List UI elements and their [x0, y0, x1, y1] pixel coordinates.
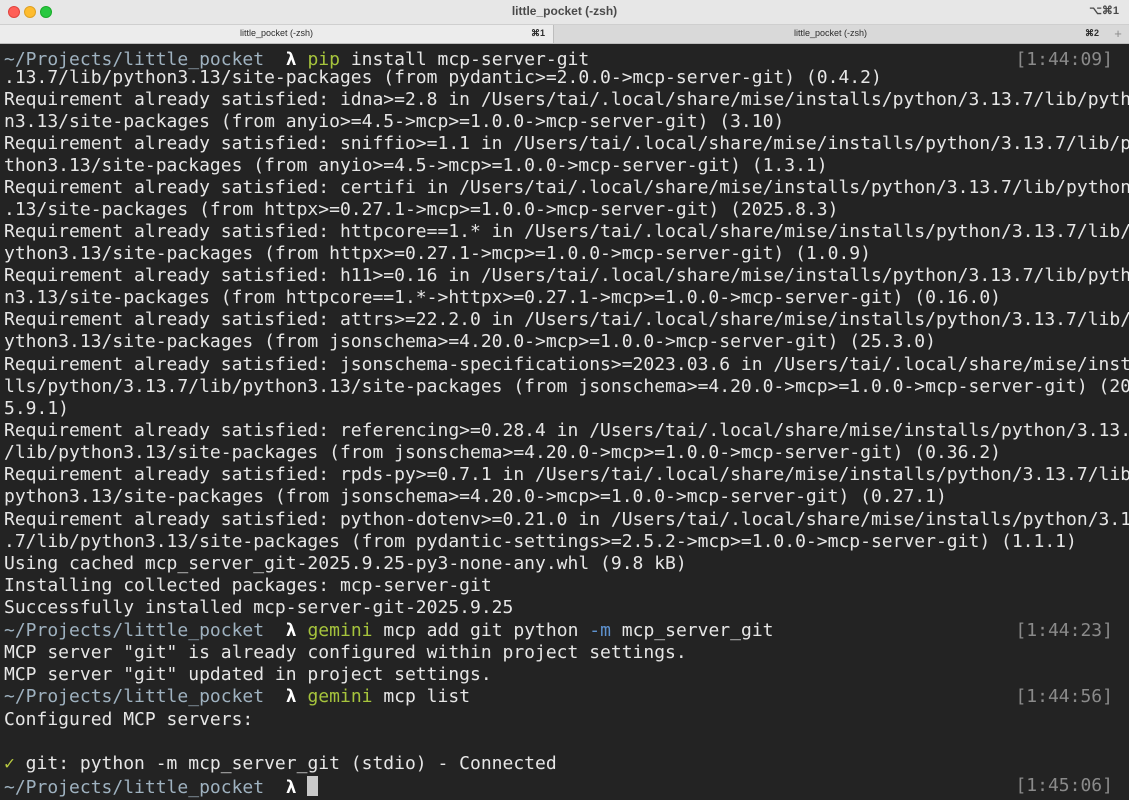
tab-1[interactable]: little_pocket (-zsh) ⌘1 [0, 25, 554, 43]
output-line: Requirement already satisfied: attrs>=22… [4, 309, 1129, 330]
tab-2-label: little_pocket (-zsh) [793, 28, 868, 38]
prompt-path: ~/Projects/little_pocket [4, 686, 265, 707]
output-line: Requirement already satisfied: httpcore=… [4, 221, 1129, 242]
output-line: .13/site-packages (from httpx>=0.27.1->m… [4, 199, 839, 220]
output-line: Using cached mcp_server_git-2025.9.25-py… [4, 553, 687, 574]
command-args: mcp list [372, 686, 471, 707]
prompt-line-current: ~/Projects/little_pocket λ [4, 776, 319, 798]
output-line: Installing collected packages: mcp-serve… [4, 575, 492, 596]
output-line: Successfully installed mcp-server-git-20… [4, 597, 514, 618]
output-line: thon3.13/site-packages (from anyio>=4.5-… [4, 155, 828, 176]
output-line: Configured MCP servers: [4, 709, 254, 730]
title-bar[interactable]: little_pocket (-zsh) ⌥⌘1 [0, 0, 1129, 25]
tab-bar: little_pocket (-zsh) ⌘1 little_pocket (-… [0, 25, 1129, 44]
output-line: python3.13/site-packages (from jsonschem… [4, 486, 947, 507]
command-flag: -m [589, 620, 611, 641]
output-line: n3.13/site-packages (from anyio>=4.5->mc… [4, 111, 785, 132]
command-args: mcp add git python [372, 620, 590, 641]
timestamp: [1:44:23] [1015, 620, 1113, 641]
tab-1-label: little_pocket (-zsh) [239, 28, 314, 38]
command-args: mcp_server_git [610, 620, 774, 641]
output-line: Requirement already satisfied: rpds-py>=… [4, 464, 1129, 485]
new-tab-button[interactable]: + [1110, 25, 1126, 43]
prompt-line-3: ~/Projects/little_pocket λ gemini mcp li… [4, 686, 470, 708]
command-program: gemini [307, 620, 373, 641]
output-line: ython3.13/site-packages (from jsonschema… [4, 331, 936, 352]
server-entry: git: python -m mcp_server_git (stdio) - … [14, 753, 557, 774]
server-status-line: ✓ git: python -m mcp_server_git (stdio) … [4, 753, 557, 775]
output-line: n3.13/site-packages (from httpcore==1.*-… [4, 287, 1001, 308]
output-line: Requirement already satisfied: jsonschem… [4, 354, 1129, 375]
output-line: 5.9.1) [4, 398, 70, 419]
command-program: gemini [307, 686, 373, 707]
output-line: MCP server "git" updated in project sett… [4, 664, 492, 685]
output-line: MCP server "git" is already configured w… [4, 642, 687, 663]
output-line: Requirement already satisfied: referenci… [4, 420, 1129, 441]
terminal-window: little_pocket (-zsh) ⌥⌘1 little_pocket (… [0, 0, 1129, 800]
window-title: little_pocket (-zsh) [511, 4, 618, 18]
timestamp: [1:44:09] [1015, 49, 1113, 70]
prompt-lambda-icon: λ [285, 686, 297, 707]
output-line: Requirement already satisfied: certifi i… [4, 177, 1129, 198]
window-shortcut: ⌥⌘1 [1089, 5, 1119, 17]
check-icon: ✓ [4, 753, 15, 774]
output-line: Requirement already satisfied: idna>=2.8… [4, 89, 1129, 110]
prompt-lambda-icon: λ [285, 620, 297, 641]
output-line: ython3.13/site-packages (from httpx>=0.2… [4, 243, 871, 264]
prompt-lambda-icon: λ [285, 777, 297, 798]
terminal-content[interactable]: ~/Projects/little_pocket λ pip install m… [0, 44, 1129, 800]
output-line: /lib/python3.13/site-packages (from json… [4, 442, 1001, 463]
output-line: .13.7/lib/python3.13/site-packages (from… [4, 67, 882, 88]
tab-2[interactable]: little_pocket (-zsh) ⌘2 [554, 25, 1107, 43]
timestamp: [1:44:56] [1015, 686, 1113, 707]
tab-1-shortcut: ⌘1 [530, 28, 545, 38]
timestamp: [1:45:06] [1015, 775, 1113, 796]
output-line: Requirement already satisfied: sniffio>=… [4, 133, 1129, 154]
output-line: lls/python/3.13.7/lib/python3.13/site-pa… [4, 376, 1129, 397]
prompt-path: ~/Projects/little_pocket [4, 620, 265, 641]
output-line: Requirement already satisfied: h11>=0.16… [4, 265, 1129, 286]
prompt-path: ~/Projects/little_pocket [4, 777, 265, 798]
text-cursor[interactable] [307, 776, 319, 796]
output-line: .7/lib/python3.13/site-packages (from py… [4, 531, 1077, 552]
output-line: Requirement already satisfied: python-do… [4, 509, 1129, 530]
tab-2-shortcut: ⌘2 [1084, 28, 1099, 38]
prompt-line-2: ~/Projects/little_pocket λ gemini mcp ad… [4, 620, 774, 642]
